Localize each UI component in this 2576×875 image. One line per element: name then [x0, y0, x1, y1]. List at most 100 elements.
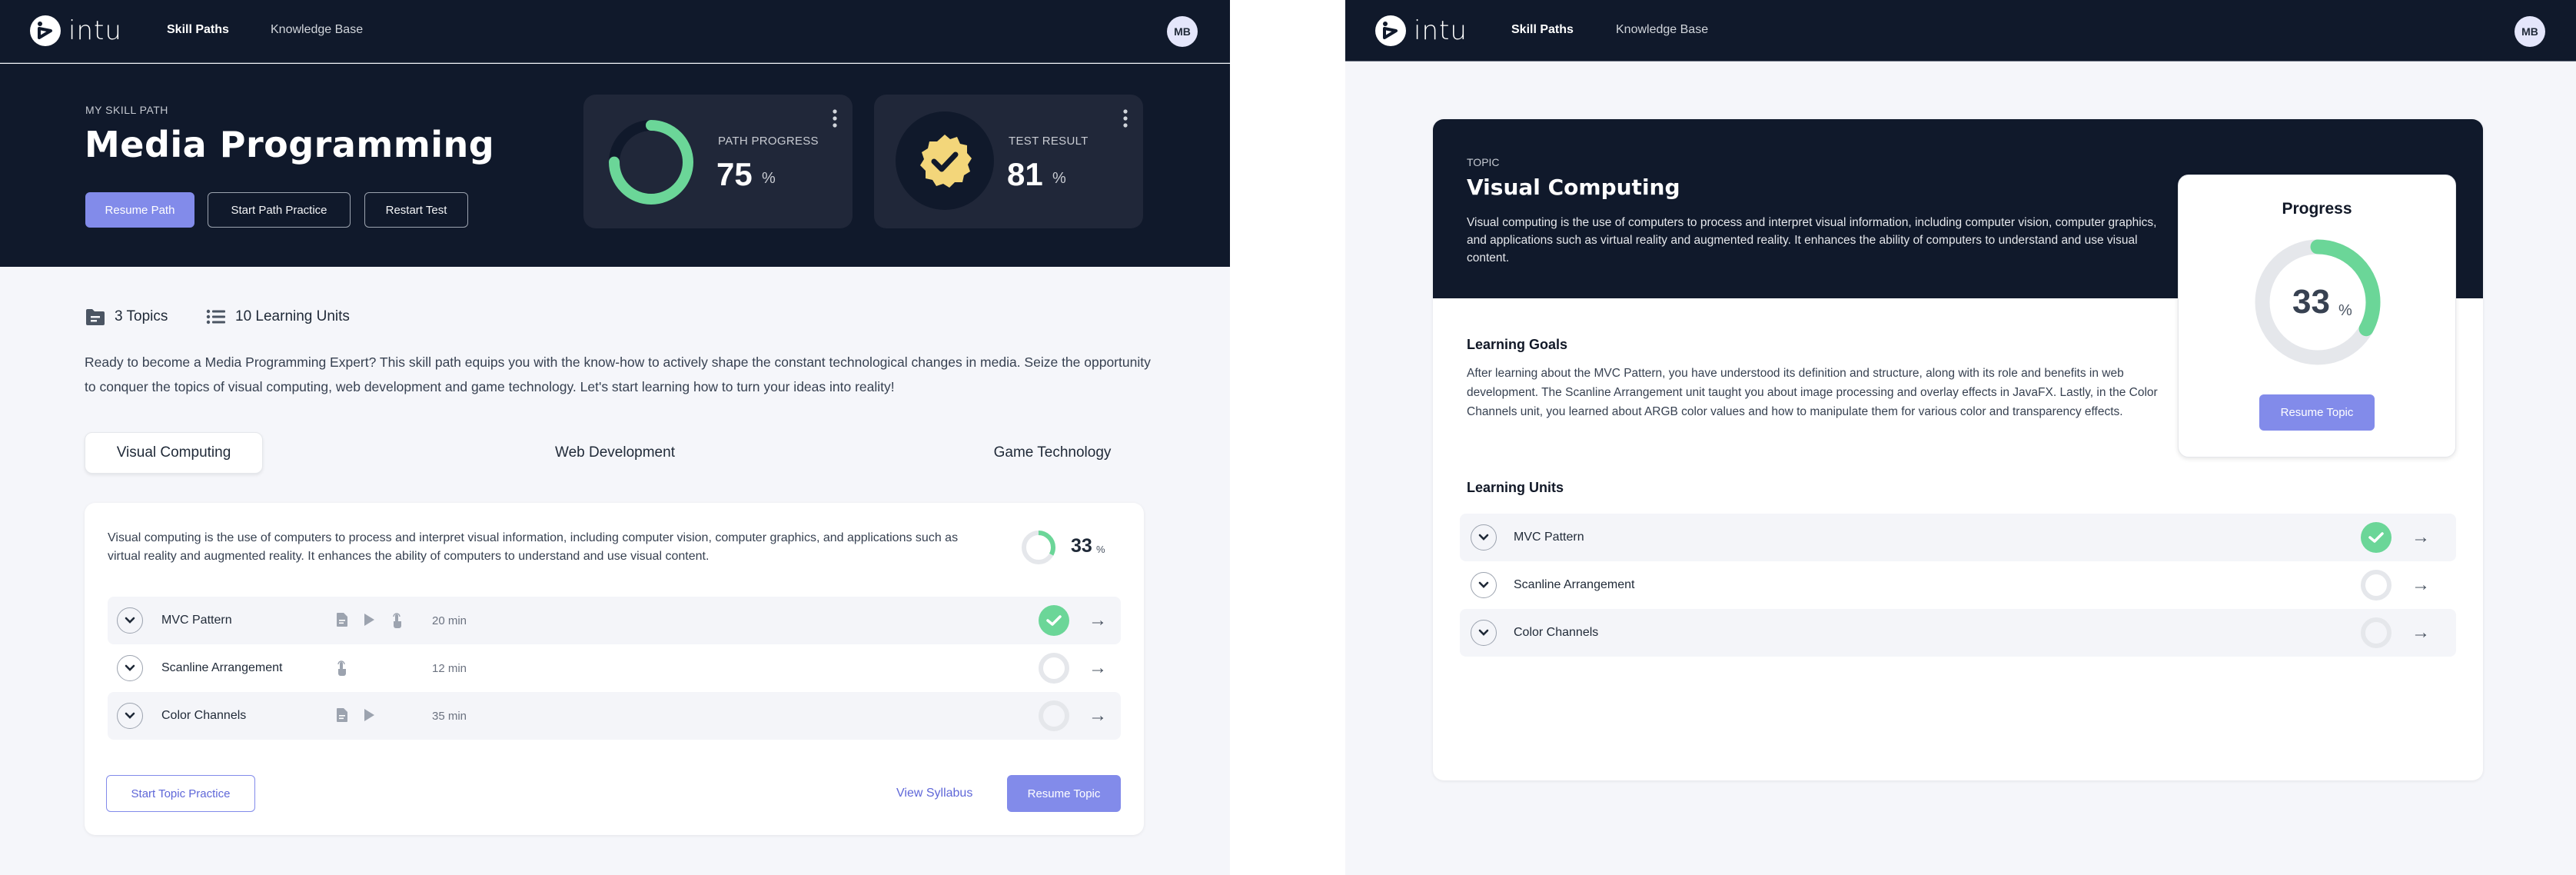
topic-progress-card: Progress 33 % Resume Topic — [2178, 175, 2456, 457]
learning-unit-row[interactable]: Color Channels → — [1460, 609, 2456, 657]
arrow-right-icon[interactable]: → — [1089, 657, 1107, 679]
learning-unit-row[interactable]: Scanline Arrangement 12 min → — [108, 644, 1121, 692]
top-navbar: intu Skill Paths Knowledge Base MB — [1345, 0, 2576, 62]
unit-name: Color Channels — [161, 709, 247, 722]
chevron-down-icon — [125, 712, 135, 719]
user-avatar[interactable]: MB — [1167, 16, 1198, 47]
chevron-down-icon — [125, 664, 135, 671]
skill-path-screen: intu Skill Paths Knowledge Base MB MY SK… — [0, 0, 1230, 875]
topic-card: Visual computing is the use of computers… — [85, 503, 1144, 835]
user-avatar[interactable]: MB — [2515, 16, 2545, 47]
unit-incomplete-status — [1039, 653, 1069, 684]
brand-logo[interactable]: intu — [30, 15, 122, 46]
tab-game-technology[interactable]: Game Technology — [961, 432, 1144, 474]
brand-name: intu — [1414, 15, 1467, 46]
topic-description: Visual computing is the use of computers… — [1467, 216, 2157, 264]
nav-knowledge-base[interactable]: Knowledge Base — [1616, 23, 1708, 37]
unit-duration: 20 min — [432, 614, 467, 627]
unit-incomplete-status — [2361, 617, 2392, 648]
topics-count: 3 Topics — [85, 308, 168, 326]
more-options-icon[interactable] — [831, 108, 839, 128]
test-result-card: TEST RESULT 81 % — [874, 95, 1143, 228]
unit-completed-status — [2361, 522, 2392, 553]
nav-knowledge-base[interactable]: Knowledge Base — [271, 23, 363, 37]
topic-title: Visual Computing — [1467, 175, 1680, 200]
resume-path-button[interactable]: Resume Path — [85, 192, 194, 228]
unit-name: Scanline Arrangement — [161, 661, 283, 674]
test-result-value: 81 — [1007, 156, 1043, 192]
unit-incomplete-status — [1039, 700, 1069, 731]
intu-logo-icon — [1375, 15, 1406, 46]
chevron-down-icon — [1478, 581, 1489, 588]
hero-eyebrow: MY SKILL PATH — [85, 104, 168, 116]
start-topic-practice-button[interactable]: Start Topic Practice — [106, 775, 255, 812]
learning-unit-row[interactable]: MVC Pattern → — [1460, 514, 2456, 561]
list-icon — [206, 309, 225, 324]
learning-goals-text: After learning about the MVC Pattern, yo… — [1467, 367, 2158, 418]
checkmark-icon — [1046, 615, 1062, 626]
learning-units-count: 10 Learning Units — [206, 308, 350, 326]
brand-logo[interactable]: intu — [1375, 15, 1467, 46]
arrow-right-icon[interactable]: → — [1089, 610, 1107, 631]
unit-name: Scanline Arrangement — [1514, 578, 1635, 591]
path-progress-value: 75 — [716, 156, 753, 192]
skill-path-intro: Ready to become a Media Programming Expe… — [85, 354, 1151, 394]
arrow-right-icon[interactable]: → — [1089, 705, 1107, 727]
play-icon — [364, 614, 374, 626]
topic-progress-ring — [1022, 531, 1055, 564]
play-icon — [364, 709, 374, 721]
intu-logo-icon — [30, 15, 61, 46]
nav-skill-paths[interactable]: Skill Paths — [1511, 23, 1574, 37]
topic-progress-value: 33 — [1071, 535, 1092, 557]
progress-unit: % — [2338, 302, 2352, 319]
progress-title: Progress — [2282, 200, 2352, 218]
learning-unit-row[interactable]: MVC Pattern 20 min → — [108, 597, 1121, 644]
document-icon — [337, 708, 347, 722]
expand-toggle[interactable] — [117, 703, 143, 729]
touch-icon — [337, 660, 346, 676]
test-result-unit: % — [1052, 170, 1066, 187]
arrow-right-icon[interactable]: → — [2411, 622, 2430, 644]
arrow-right-icon[interactable]: → — [2411, 574, 2430, 596]
chevron-down-icon — [125, 617, 135, 624]
unit-name: MVC Pattern — [161, 614, 232, 627]
checkmark-icon — [2368, 532, 2384, 543]
tab-visual-computing[interactable]: Visual Computing — [85, 432, 263, 474]
expand-toggle[interactable] — [117, 655, 143, 681]
expand-toggle[interactable] — [117, 607, 143, 634]
document-icon — [337, 613, 347, 627]
top-navbar: intu Skill Paths Knowledge Base MB — [0, 0, 1230, 63]
unit-name: MVC Pattern — [1514, 531, 1584, 544]
touch-icon — [393, 613, 401, 628]
expand-toggle[interactable] — [1471, 572, 1497, 598]
skill-path-title: Media Programming — [85, 124, 495, 165]
tab-web-development[interactable]: Web Development — [523, 432, 707, 474]
learning-unit-row[interactable]: Scanline Arrangement → — [1460, 561, 2456, 609]
expand-toggle[interactable] — [1471, 524, 1497, 551]
arrow-right-icon[interactable]: → — [2411, 527, 2430, 548]
expand-toggle[interactable] — [1471, 620, 1497, 646]
unit-duration: 12 min — [432, 661, 467, 675]
unit-duration: 35 min — [432, 709, 467, 723]
start-path-practice-button[interactable]: Start Path Practice — [208, 192, 351, 228]
unit-incomplete-status — [2361, 570, 2392, 601]
topic-progress-unit: % — [1096, 544, 1105, 555]
skill-path-hero: MY SKILL PATH Media Programming Resume P… — [0, 64, 1230, 267]
path-progress-label: PATH PROGRESS — [718, 135, 819, 148]
topic-tabs: Visual Computing Web Development Game Te… — [85, 432, 1144, 474]
unit-name: Color Channels — [1514, 626, 1599, 639]
learning-units-heading: Learning Units — [1467, 480, 1564, 495]
nav-skill-paths[interactable]: Skill Paths — [167, 23, 229, 37]
more-options-icon[interactable] — [1122, 108, 1129, 128]
restart-test-button[interactable]: Restart Test — [364, 192, 468, 228]
view-syllabus-link[interactable]: View Syllabus — [896, 787, 972, 800]
path-progress-unit: % — [762, 170, 776, 187]
resume-topic-button[interactable]: Resume Topic — [2259, 394, 2375, 431]
learning-unit-row[interactable]: Color Channels 35 min → — [108, 692, 1121, 740]
unit-completed-status — [1039, 605, 1069, 636]
resume-topic-button[interactable]: Resume Topic — [1007, 775, 1121, 812]
learning-units-count-label: 10 Learning Units — [235, 308, 350, 324]
verified-badge-icon — [920, 135, 972, 188]
test-result-label: TEST RESULT — [1009, 135, 1089, 148]
chevron-down-icon — [1478, 629, 1489, 636]
